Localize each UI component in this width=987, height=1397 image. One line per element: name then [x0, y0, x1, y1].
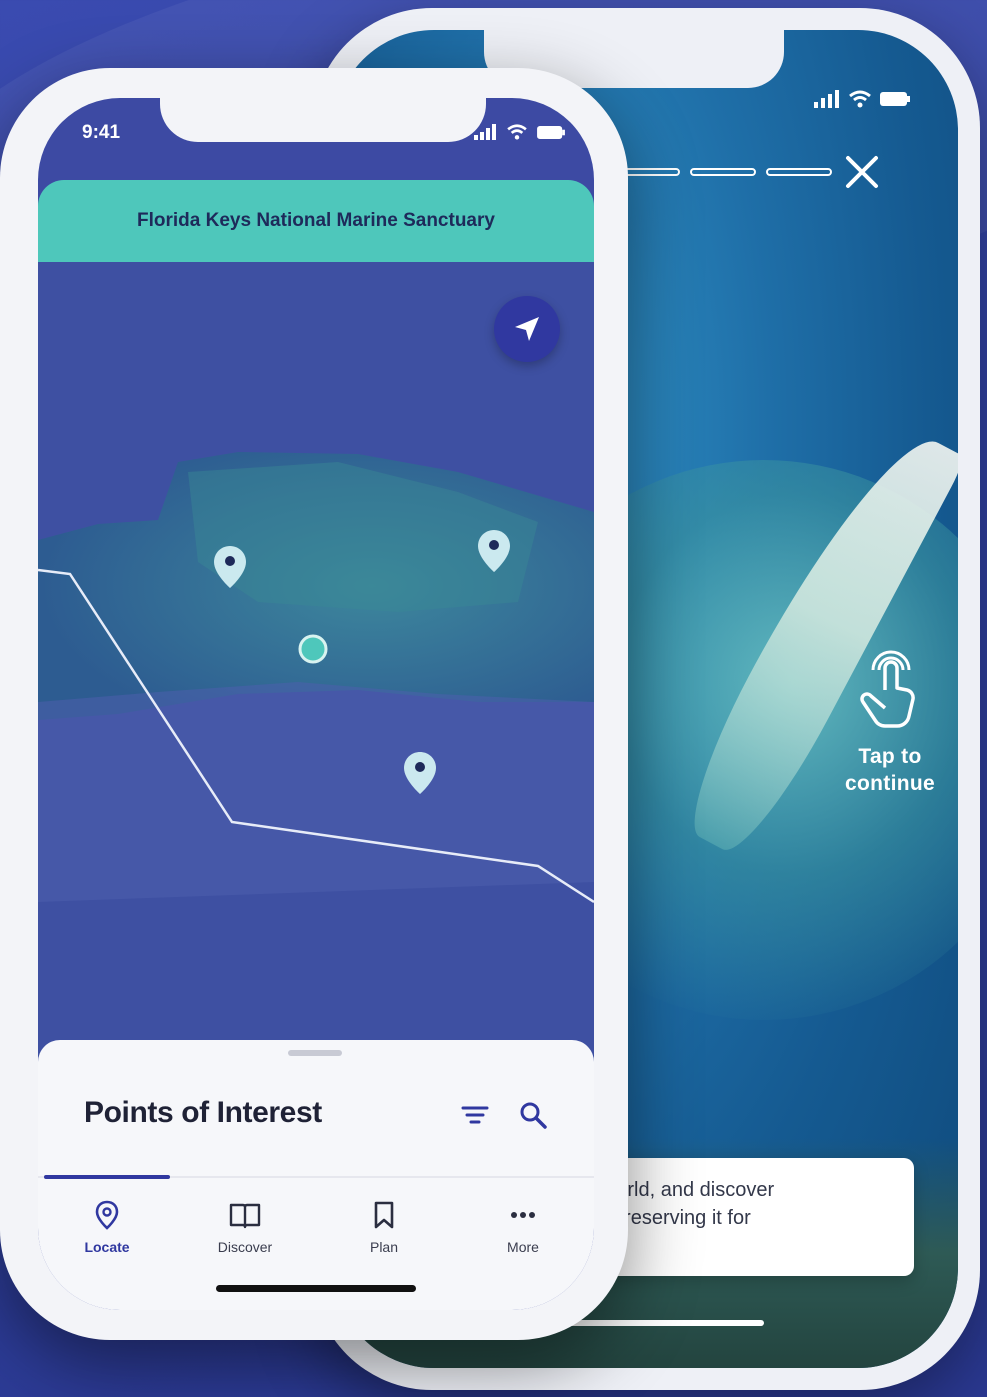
- wifi-icon: [849, 90, 871, 108]
- sheet-drag-handle[interactable]: [288, 1050, 342, 1056]
- signal-icon: [814, 90, 839, 108]
- home-indicator[interactable]: [564, 1320, 764, 1326]
- poi-pin-icon[interactable]: [214, 546, 246, 588]
- signal-icon: [474, 124, 496, 140]
- sanctuary-title: Florida Keys National Marine Sanctuary: [137, 210, 495, 231]
- tab-more[interactable]: More: [463, 1200, 583, 1255]
- front-phone: 9:41 Florida Keys National Marine Sanctu…: [0, 68, 628, 1340]
- status-time: 9:41: [82, 122, 121, 143]
- sheet-title: Points of Interest: [84, 1096, 322, 1129]
- back-status-bar: [814, 90, 910, 108]
- points-of-interest-sheet[interactable]: Points of Interest Locate Discover Plan …: [38, 1040, 594, 1310]
- tab-label: Discover: [217, 1239, 273, 1255]
- more-dots-icon: [511, 1212, 535, 1218]
- tap-gesture-icon: [860, 650, 915, 728]
- battery-icon: [537, 125, 565, 139]
- close-icon[interactable]: [842, 152, 882, 192]
- battery-icon: [880, 92, 910, 106]
- sanctuary-banner[interactable]: Florida Keys National Marine Sanctuary: [38, 180, 594, 262]
- tab-label: More: [507, 1239, 539, 1255]
- search-icon[interactable]: [518, 1100, 548, 1130]
- location-pin-icon: [95, 1200, 119, 1230]
- front-status-bar: [474, 124, 566, 140]
- bookmark-icon: [374, 1201, 394, 1229]
- map-view[interactable]: [38, 262, 594, 1142]
- map-screen: 9:41 Florida Keys National Marine Sanctu…: [38, 98, 594, 1310]
- sheet-actions: [460, 1100, 548, 1130]
- recenter-location-button[interactable]: [494, 296, 560, 362]
- story-progress-segment: [766, 168, 832, 176]
- current-location-dot: [298, 634, 328, 664]
- home-indicator[interactable]: [216, 1285, 416, 1292]
- tab-label: Locate: [84, 1239, 130, 1255]
- tap-to-continue-label: Tap to continue: [845, 745, 935, 795]
- poi-pin-icon[interactable]: [478, 530, 510, 572]
- poi-pin-icon[interactable]: [404, 752, 436, 794]
- map-terrain: [38, 452, 594, 904]
- tab-label: Plan: [369, 1239, 399, 1255]
- tap-to-continue-hint[interactable]: Tap to continue: [820, 650, 958, 797]
- active-tab-indicator: [44, 1175, 170, 1179]
- front-phone-notch: [160, 98, 486, 142]
- filter-icon[interactable]: [460, 1100, 490, 1130]
- tab-locate[interactable]: Locate: [47, 1200, 167, 1255]
- story-progress: [614, 168, 832, 176]
- navigation-arrow-icon: [515, 317, 539, 341]
- story-progress-segment: [690, 168, 756, 176]
- tab-plan[interactable]: Plan: [324, 1200, 444, 1255]
- wifi-icon: [507, 124, 527, 140]
- book-icon: [229, 1203, 261, 1229]
- tab-discover[interactable]: Discover: [185, 1200, 305, 1255]
- bottom-tab-bar: Locate Discover Plan More: [38, 1175, 594, 1268]
